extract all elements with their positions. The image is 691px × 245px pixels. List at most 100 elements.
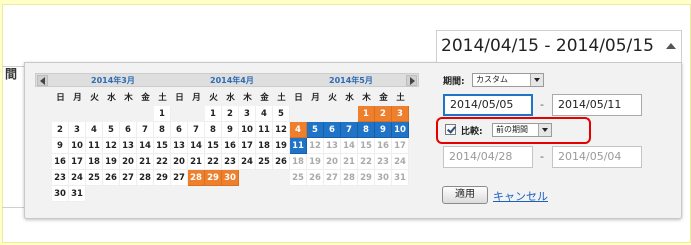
calendar-day[interactable]: 29 <box>205 170 222 186</box>
calendar-day[interactable]: 15 <box>205 138 222 154</box>
calendar-day[interactable]: 22 <box>205 154 222 170</box>
calendar-day[interactable]: 21 <box>137 154 154 170</box>
calendar-day[interactable]: 11 <box>86 138 103 154</box>
calendar-day[interactable]: 18 <box>290 154 307 170</box>
calendar-day[interactable]: 12 <box>103 138 120 154</box>
prev-month-button[interactable] <box>37 75 48 86</box>
calendar-day[interactable]: 17 <box>392 138 409 154</box>
calendar-day[interactable]: 6 <box>171 122 188 138</box>
calendar-day[interactable]: 20 <box>171 154 188 170</box>
calendar-day[interactable]: 9 <box>52 138 69 154</box>
calendar-day[interactable]: 26 <box>307 170 324 186</box>
calendar-day[interactable]: 24 <box>392 154 409 170</box>
compare-start-date-input[interactable]: 2014/04/28 <box>443 146 533 168</box>
calendar-day[interactable]: 17 <box>239 138 256 154</box>
calendar-day[interactable]: 22 <box>358 154 375 170</box>
calendar-day[interactable]: 5 <box>307 122 324 138</box>
calendar-day[interactable]: 21 <box>341 154 358 170</box>
calendar-day[interactable]: 10 <box>239 122 256 138</box>
calendar-day[interactable]: 7 <box>137 122 154 138</box>
calendar-day[interactable]: 2 <box>52 122 69 138</box>
calendar-day[interactable]: 4 <box>290 122 307 138</box>
calendar-day[interactable]: 24 <box>69 170 86 186</box>
calendar-day[interactable]: 10 <box>69 138 86 154</box>
calendar-day[interactable]: 12 <box>273 122 290 138</box>
calendar-day[interactable]: 8 <box>205 122 222 138</box>
next-month-button[interactable] <box>406 75 417 86</box>
calendar-day[interactable]: 14 <box>341 138 358 154</box>
calendar-day[interactable]: 3 <box>239 106 256 122</box>
calendar-day[interactable]: 4 <box>256 106 273 122</box>
calendar-day[interactable]: 1 <box>358 106 375 122</box>
calendar-day[interactable]: 9 <box>375 122 392 138</box>
calendar-day[interactable]: 23 <box>52 170 69 186</box>
calendar-day[interactable]: 31 <box>392 170 409 186</box>
calendar-day[interactable]: 15 <box>154 138 171 154</box>
calendar-day[interactable]: 17 <box>69 154 86 170</box>
calendar-day[interactable]: 7 <box>188 122 205 138</box>
calendar-day[interactable]: 19 <box>273 138 290 154</box>
calendar-day[interactable]: 29 <box>358 170 375 186</box>
calendar-day[interactable]: 21 <box>188 154 205 170</box>
calendar-day[interactable]: 14 <box>137 138 154 154</box>
calendar-day[interactable]: 10 <box>392 122 409 138</box>
calendar-day[interactable]: 27 <box>324 170 341 186</box>
calendar-day[interactable]: 22 <box>154 154 171 170</box>
calendar-day[interactable]: 1 <box>205 106 222 122</box>
calendar-day[interactable]: 13 <box>171 138 188 154</box>
calendar-day[interactable]: 15 <box>358 138 375 154</box>
calendar-day[interactable]: 5 <box>103 122 120 138</box>
calendar-day[interactable]: 6 <box>324 122 341 138</box>
calendar-day[interactable]: 28 <box>341 170 358 186</box>
compare-end-date-input[interactable]: 2014/05/04 <box>552 146 642 168</box>
calendar-day[interactable]: 26 <box>273 154 290 170</box>
calendar-day[interactable]: 28 <box>188 170 205 186</box>
calendar-day[interactable]: 5 <box>273 106 290 122</box>
calendar-day[interactable]: 31 <box>69 186 86 202</box>
calendar-day[interactable]: 1 <box>154 106 171 122</box>
calendar-day[interactable]: 12 <box>307 138 324 154</box>
date-range-dropdown[interactable]: 2014/04/15 - 2014/05/15 <box>436 30 682 62</box>
calendar-day[interactable]: 25 <box>86 170 103 186</box>
calendar-day[interactable]: 27 <box>171 170 188 186</box>
calendar-day[interactable]: 9 <box>222 122 239 138</box>
calendar-day[interactable]: 13 <box>324 138 341 154</box>
calendar-day[interactable]: 28 <box>137 170 154 186</box>
calendar-day[interactable]: 23 <box>375 154 392 170</box>
calendar-day[interactable]: 25 <box>256 154 273 170</box>
calendar-day[interactable]: 13 <box>120 138 137 154</box>
calendar-day[interactable]: 16 <box>375 138 392 154</box>
cancel-link[interactable]: キャンセル <box>493 188 548 204</box>
calendar-day[interactable]: 23 <box>222 154 239 170</box>
calendar-day[interactable]: 24 <box>239 154 256 170</box>
calendar-day[interactable]: 25 <box>290 170 307 186</box>
calendar-day[interactable]: 30 <box>375 170 392 186</box>
calendar-day[interactable]: 2 <box>375 106 392 122</box>
calendar-day[interactable]: 30 <box>52 186 69 202</box>
calendar-day[interactable]: 29 <box>154 170 171 186</box>
calendar-day[interactable]: 2 <box>222 106 239 122</box>
calendar-day[interactable]: 18 <box>86 154 103 170</box>
calendar-day[interactable]: 7 <box>341 122 358 138</box>
calendar-day[interactable]: 27 <box>120 170 137 186</box>
calendar-day[interactable]: 4 <box>86 122 103 138</box>
calendar-day[interactable]: 20 <box>120 154 137 170</box>
calendar-day[interactable]: 8 <box>154 122 171 138</box>
calendar-day[interactable]: 20 <box>324 154 341 170</box>
calendar-day[interactable]: 11 <box>256 122 273 138</box>
calendar-day[interactable]: 16 <box>222 138 239 154</box>
calendar-day[interactable]: 3 <box>392 106 409 122</box>
calendar-day[interactable]: 30 <box>222 170 239 186</box>
calendar-day[interactable]: 11 <box>290 138 307 154</box>
calendar-day[interactable]: 16 <box>52 154 69 170</box>
calendar-day[interactable]: 8 <box>358 122 375 138</box>
calendar-day[interactable]: 18 <box>256 138 273 154</box>
calendar-day[interactable]: 14 <box>188 138 205 154</box>
apply-button[interactable]: 適用 <box>442 186 488 204</box>
period-select[interactable]: カスタム <box>472 73 544 87</box>
calendar-day[interactable]: 26 <box>103 170 120 186</box>
calendar-day[interactable]: 19 <box>307 154 324 170</box>
end-date-input[interactable]: 2014/05/11 <box>552 94 642 116</box>
calendar-day[interactable]: 19 <box>103 154 120 170</box>
calendar-day[interactable]: 6 <box>120 122 137 138</box>
